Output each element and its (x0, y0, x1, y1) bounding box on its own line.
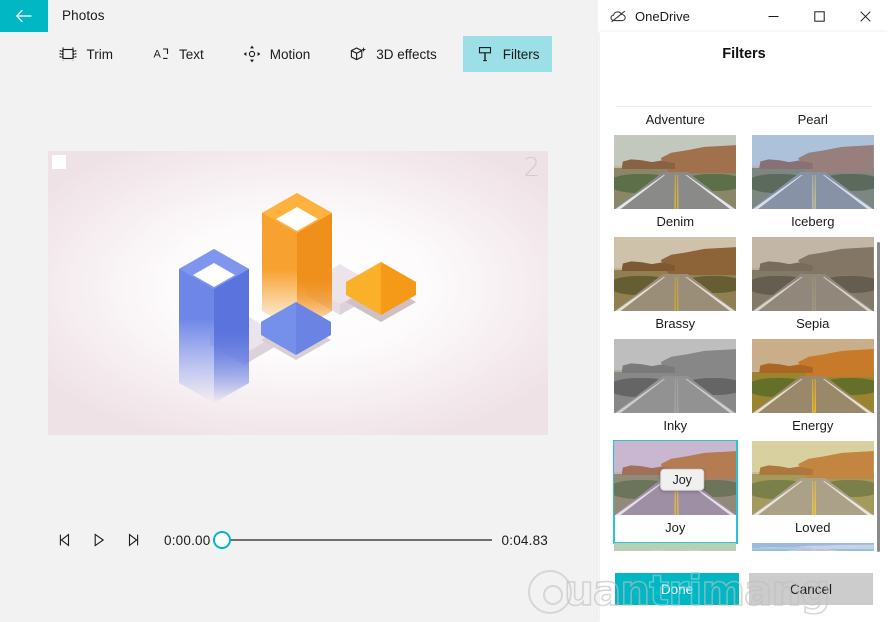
filters-grid: Adventure Pearl Denim Iceberg Brassy Sepia Ink… (600, 107, 888, 551)
play-icon (94, 533, 105, 547)
tab-3d-effects[interactable]: 3D effects (336, 36, 449, 72)
back-arrow-icon (15, 9, 32, 23)
filter-label: Pearl (797, 112, 828, 127)
tab-motion-label: Motion (269, 46, 311, 62)
filter-label: Brassy (655, 316, 696, 331)
tab-trim-label: Trim (86, 46, 113, 62)
tab-filters-label: Filters (502, 46, 540, 62)
filter-cell[interactable] (751, 543, 875, 551)
filter-cell[interactable]: Brassy (614, 237, 737, 339)
filters-scroll-area[interactable]: Adventure Pearl Denim Iceberg Brassy Sepia Ink… (600, 107, 888, 551)
panel-action-buttons: Done Cancel (600, 566, 888, 612)
previous-frame-button[interactable] (48, 525, 82, 555)
scrubber-line (220, 539, 492, 541)
close-button[interactable] (842, 0, 888, 32)
window-controls (750, 0, 888, 32)
filter-label: Inky (663, 418, 688, 433)
filters-scrollbar[interactable] (872, 107, 884, 552)
filters-scrollbar-thumb[interactable] (877, 242, 880, 552)
done-button[interactable]: Done (615, 573, 739, 605)
edit-toolbar: Trim A Text Motion 3D effects Filters (0, 32, 598, 76)
filter-thumbnail (614, 237, 737, 311)
filter-thumbnail (751, 339, 874, 413)
current-time-label: 0:00.00 (164, 532, 211, 548)
tab-3d-effects-label: 3D effects (376, 46, 437, 62)
play-button[interactable] (82, 525, 116, 555)
tab-trim[interactable]: Trim (46, 36, 125, 72)
filter-cell[interactable]: Sepia (751, 237, 875, 339)
filter-cell[interactable]: Iceberg (751, 135, 875, 237)
filter-cell[interactable]: Pearl (752, 107, 875, 135)
scrubber-thumb[interactable] (213, 531, 232, 549)
minimize-button[interactable] (750, 0, 796, 32)
isometric-blocks-graphic (179, 193, 416, 403)
back-button[interactable] (0, 0, 48, 32)
svg-text:A: A (153, 49, 161, 61)
filter-label: Loved (795, 520, 831, 535)
filters-flyout-panel: OneDrive Filters Adventure Pearl Denim I… (598, 0, 888, 622)
filters-panel-body: Filters Adventure Pearl Denim Iceberg Brassy… (600, 32, 888, 622)
filter-cell[interactable]: Inky (614, 339, 737, 441)
video-preview[interactable]: 2 (48, 151, 548, 435)
close-icon (859, 10, 871, 22)
motion-icon (242, 44, 262, 64)
filters-panel-title: Filters (722, 46, 766, 62)
filter-tooltip: Joy (660, 468, 704, 491)
previous-frame-icon (59, 533, 70, 547)
filter-thumbnail: Joy (614, 441, 737, 515)
main-editor-area: Photos Trim A Text Motion 3D effects Fil… (0, 0, 598, 622)
tab-text-label: Text (178, 46, 204, 62)
filter-thumbnail (751, 237, 874, 311)
filter-thumbnail (751, 441, 874, 515)
page-title: Photos (62, 8, 105, 23)
filter-label: Denim (656, 214, 695, 229)
minimize-icon (768, 15, 778, 17)
filter-cell[interactable]: Joy Joy (613, 440, 738, 544)
scrubber-track[interactable] (213, 531, 492, 549)
tab-text[interactable]: A Text (139, 36, 216, 72)
filter-thumbnail (614, 339, 737, 413)
filter-thumbnail (751, 543, 874, 551)
filter-thumbnail (751, 135, 874, 209)
photos-video-editor-window: Photos Trim A Text Motion 3D effects Fil… (0, 0, 888, 622)
filters-brush-icon (475, 44, 495, 64)
filter-cell[interactable]: Loved (751, 441, 875, 543)
filter-label: Adventure (645, 112, 705, 127)
filter-cell[interactable]: Energy (751, 339, 875, 441)
next-frame-icon (128, 533, 139, 547)
titlebar-app-identity: OneDrive (598, 9, 690, 24)
trim-icon (58, 44, 78, 64)
filter-label: Sepia (796, 316, 830, 331)
text-icon: A (151, 44, 171, 64)
window-app-name: OneDrive (635, 8, 690, 24)
filter-cell[interactable] (614, 543, 737, 551)
filter-thumbnail (614, 135, 737, 209)
total-time-label: 0:04.83 (501, 532, 548, 548)
cancel-button[interactable]: Cancel (749, 573, 873, 605)
filter-label: Energy (792, 418, 834, 433)
maximize-icon (813, 10, 825, 22)
tab-filters[interactable]: Filters (462, 36, 552, 72)
next-frame-button[interactable] (116, 525, 150, 555)
filter-cell[interactable]: Adventure (614, 107, 737, 135)
window-titlebar[interactable]: OneDrive (598, 0, 888, 32)
filter-label: Iceberg (791, 214, 835, 229)
maximize-button[interactable] (796, 0, 842, 32)
three-d-effects-icon (348, 44, 368, 64)
filter-label: Joy (665, 520, 686, 535)
filter-cell[interactable]: Denim (614, 135, 737, 237)
tab-motion[interactable]: Motion (230, 36, 323, 72)
onedrive-cloud-icon (610, 10, 626, 22)
filter-thumbnail (614, 543, 737, 551)
playback-controls: 0:00.00 0:04.83 (48, 522, 548, 558)
